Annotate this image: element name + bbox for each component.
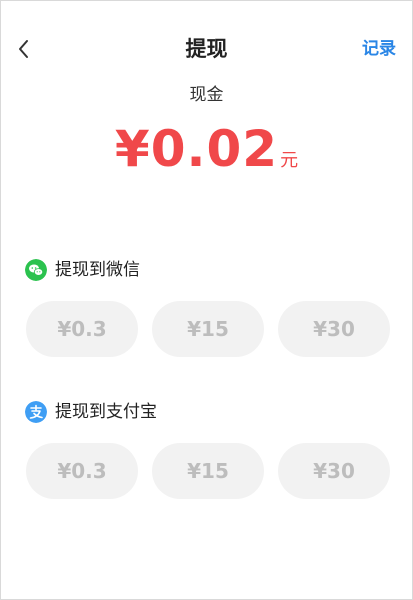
wechat-section-title: 提现到微信 — [55, 260, 140, 280]
wechat-option-15[interactable]: ¥15 — [152, 301, 264, 357]
alipay-icon — [25, 401, 47, 423]
page-title: 提现 — [185, 37, 228, 61]
balance-label: 现金 — [189, 85, 224, 105]
alipay-withdraw-section: 提现到支付宝 ¥0.3 ¥15 ¥30 — [25, 399, 395, 499]
alipay-amount-options: ¥0.3 ¥15 ¥30 — [25, 443, 395, 501]
balance-amount: ¥0.02 元 — [1, 117, 412, 181]
wechat-option-30[interactable]: ¥30 — [278, 301, 390, 357]
records-link[interactable]: 记录 — [362, 37, 396, 61]
balance-amount-unit: 元 — [280, 150, 299, 171]
wechat-amount-options: ¥0.3 ¥15 ¥30 — [25, 301, 395, 359]
wechat-icon — [25, 259, 47, 281]
alipay-option-30[interactable]: ¥30 — [278, 443, 390, 499]
alipay-section-header: 提现到支付宝 — [25, 399, 395, 425]
alipay-option-0-3[interactable]: ¥0.3 — [26, 443, 138, 499]
wechat-withdraw-section: 提现到微信 ¥0.3 ¥15 ¥30 — [25, 257, 395, 357]
withdraw-screen: 提现 记录 现金 ¥0.02 元 提现到微信 ¥0.3 ¥15 ¥30 提现到支… — [0, 0, 413, 600]
wechat-section-header: 提现到微信 — [25, 257, 395, 283]
wechat-option-0-3[interactable]: ¥0.3 — [26, 301, 138, 357]
alipay-option-15[interactable]: ¥15 — [152, 443, 264, 499]
alipay-section-title: 提现到支付宝 — [55, 402, 157, 422]
balance-amount-value: ¥0.02 — [114, 120, 279, 178]
